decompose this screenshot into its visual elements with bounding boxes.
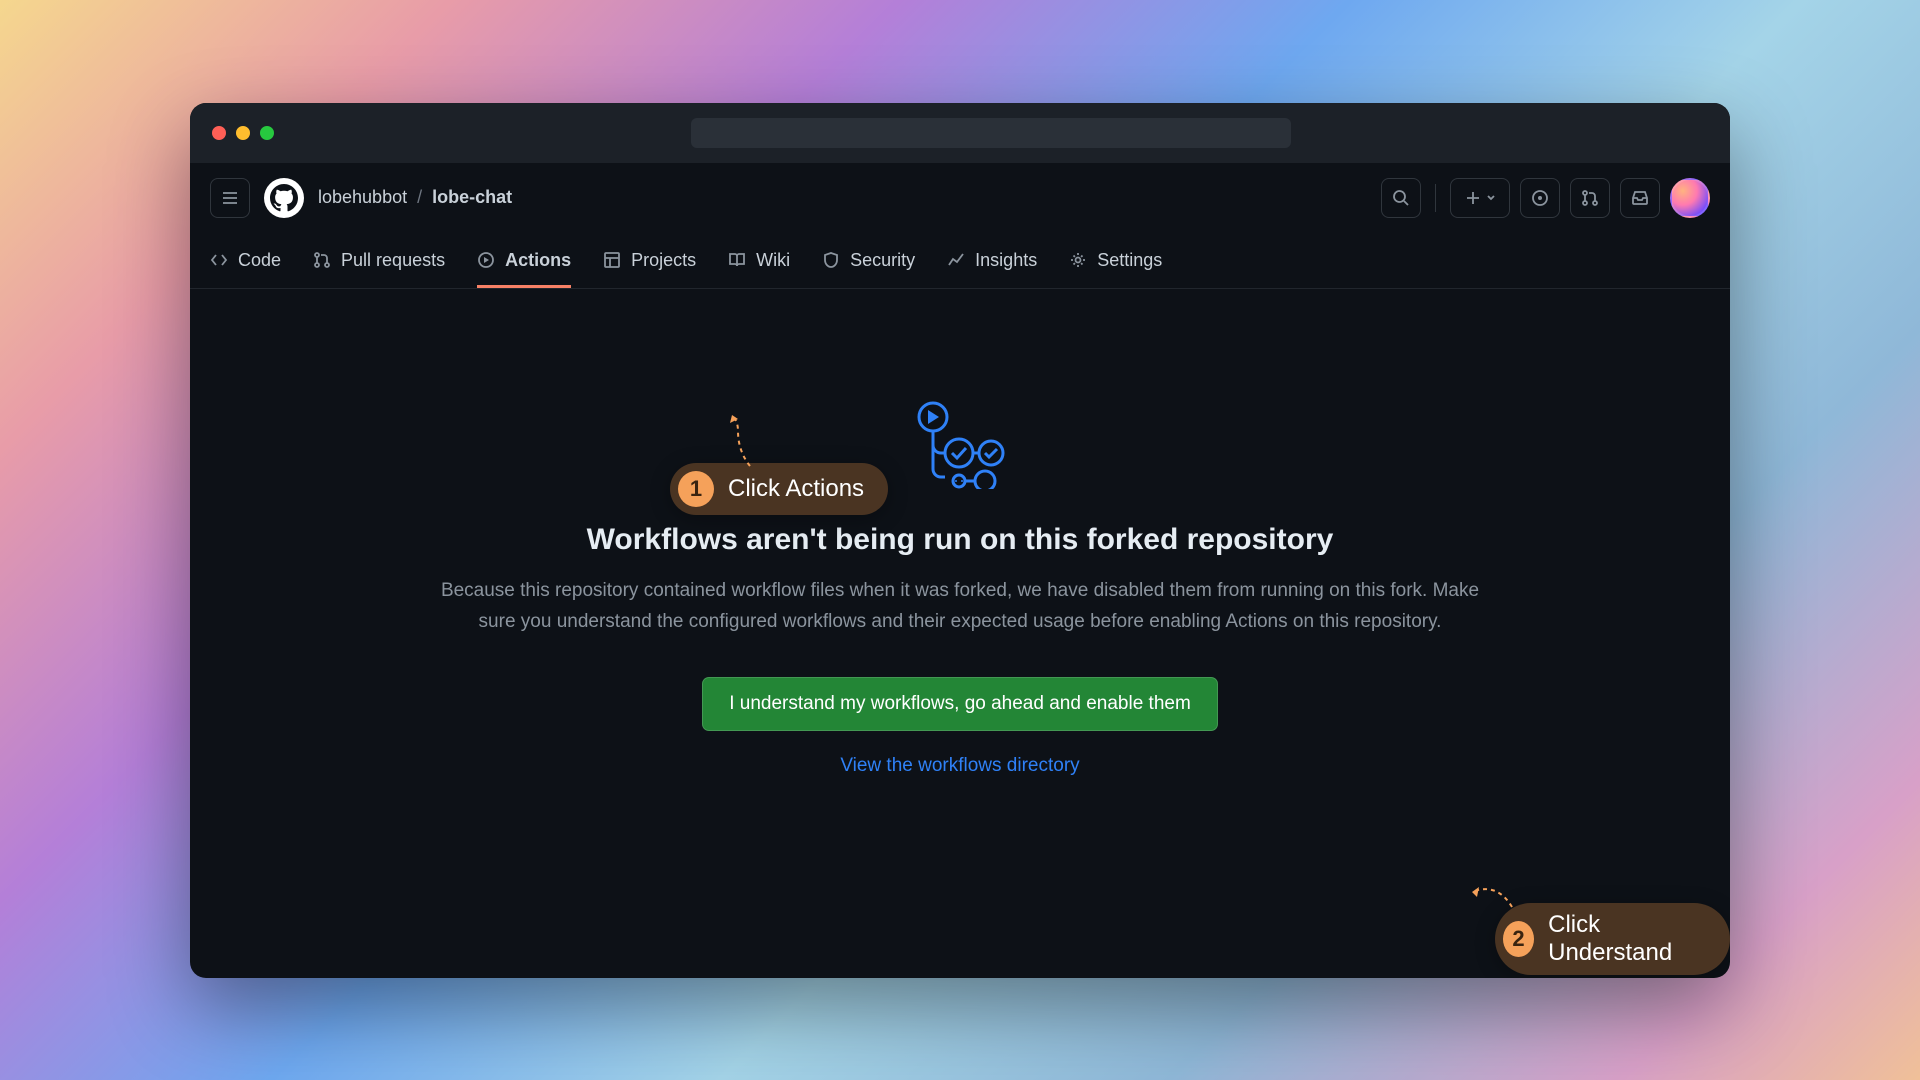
tab-label: Pull requests [341, 250, 445, 271]
tab-projects[interactable]: Projects [603, 233, 696, 288]
tab-label: Settings [1097, 250, 1162, 271]
callout-number: 2 [1503, 921, 1534, 957]
github-logo[interactable] [264, 178, 304, 218]
tab-actions[interactable]: Actions [477, 233, 571, 288]
tab-security[interactable]: Security [822, 233, 915, 288]
issues-button[interactable] [1520, 178, 1560, 218]
tab-settings[interactable]: Settings [1069, 233, 1162, 288]
add-button[interactable] [1450, 178, 1510, 218]
workflow-diagram-icon [250, 399, 1670, 489]
pull-requests-button[interactable] [1570, 178, 1610, 218]
tab-label: Insights [975, 250, 1037, 271]
breadcrumb: lobehubbot / lobe-chat [318, 187, 512, 208]
page-heading: Workflows aren't being run on this forke… [250, 523, 1670, 557]
divider [1435, 184, 1436, 212]
page-description: Because this repository contained workfl… [420, 575, 1500, 638]
menu-button[interactable] [210, 178, 250, 218]
arrow-icon [1467, 877, 1517, 912]
app-window: lobehubbot / lobe-chat [190, 103, 1730, 978]
tab-insights[interactable]: Insights [947, 233, 1037, 288]
callout-number: 1 [678, 471, 714, 507]
tab-label: Code [238, 250, 281, 271]
traffic-lights [212, 126, 274, 140]
callout-step-2: 2 Click Understand [1495, 903, 1730, 975]
titlebar [190, 103, 1730, 163]
repo-header: lobehubbot / lobe-chat [190, 163, 1730, 233]
close-icon[interactable] [212, 126, 226, 140]
breadcrumb-owner[interactable]: lobehubbot [318, 187, 407, 208]
tab-label: Security [850, 250, 915, 271]
repo-tabs: Code Pull requests Actions Projects Wiki… [190, 233, 1730, 289]
main-content: Workflows aren't being run on this forke… [190, 289, 1730, 778]
tab-label: Wiki [756, 250, 790, 271]
breadcrumb-separator: / [417, 187, 422, 208]
breadcrumb-repo[interactable]: lobe-chat [432, 187, 512, 208]
tab-label: Actions [505, 250, 571, 271]
minimize-icon[interactable] [236, 126, 250, 140]
callout-step-1: 1 Click Actions [670, 463, 888, 515]
tab-code[interactable]: Code [210, 233, 281, 288]
avatar[interactable] [1670, 178, 1710, 218]
callout-text: Click Understand [1548, 911, 1706, 967]
enable-workflows-button[interactable]: I understand my workflows, go ahead and … [702, 677, 1218, 731]
tab-label: Projects [631, 250, 696, 271]
inbox-button[interactable] [1620, 178, 1660, 218]
tab-wiki[interactable]: Wiki [728, 233, 790, 288]
view-workflows-link[interactable]: View the workflows directory [250, 755, 1670, 777]
header-actions [1381, 178, 1710, 218]
maximize-icon[interactable] [260, 126, 274, 140]
address-bar[interactable] [691, 118, 1291, 148]
callout-text: Click Actions [728, 475, 864, 503]
tab-pull-requests[interactable]: Pull requests [313, 233, 445, 288]
search-button[interactable] [1381, 178, 1421, 218]
